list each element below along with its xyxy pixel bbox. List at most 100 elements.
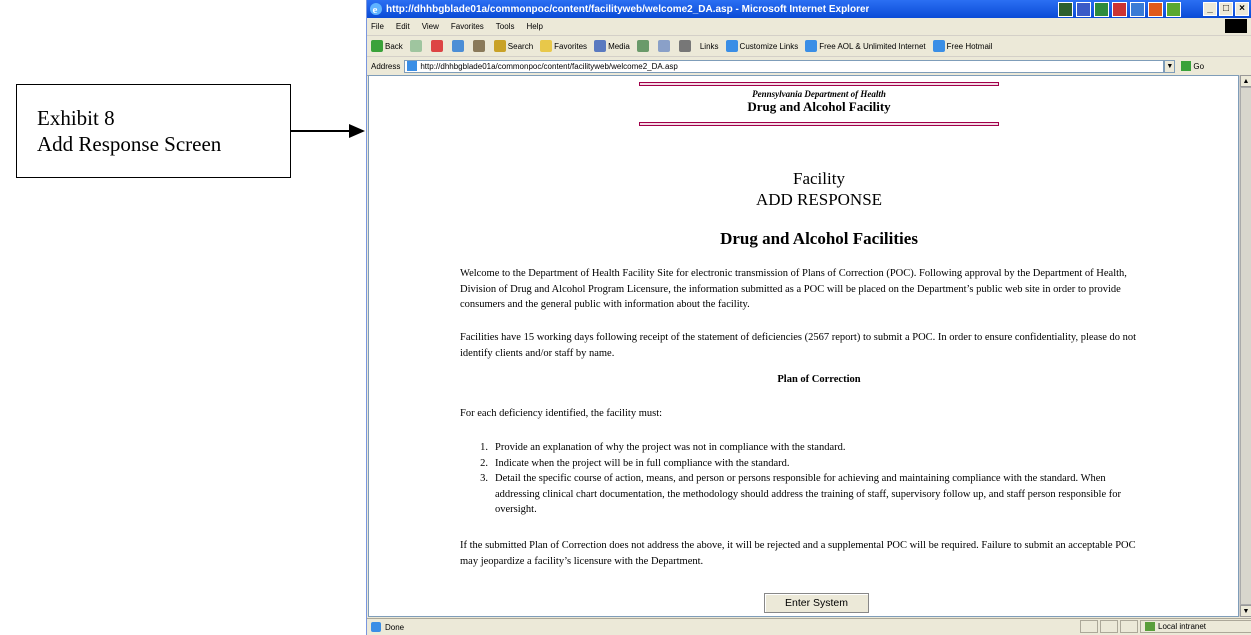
home-button[interactable] <box>472 40 487 52</box>
page-icon <box>407 61 418 71</box>
excel-icon[interactable] <box>1094 2 1109 17</box>
mail-icon <box>657 40 670 52</box>
media-button[interactable]: Media <box>594 40 630 52</box>
app-icon[interactable] <box>1166 2 1181 17</box>
stop-button[interactable] <box>430 40 445 52</box>
maximize-icon[interactable]: □ <box>1219 2 1233 16</box>
favorites-icon <box>540 40 553 52</box>
scroll-thumb[interactable] <box>1240 87 1251 605</box>
svg-text:e: e <box>373 4 378 16</box>
history-button[interactable] <box>636 40 651 52</box>
address-value: http://dhhbgblade01a/commonpoc/content/f… <box>420 61 678 71</box>
minimize-icon[interactable]: _ <box>1203 2 1217 16</box>
page-done-icon <box>371 622 381 632</box>
app-icon[interactable] <box>1058 2 1073 17</box>
status-panel <box>1100 620 1118 633</box>
requirements-list: 1. Provide an explanation of why the proj… <box>461 440 1131 518</box>
back-arrow-icon <box>371 40 383 52</box>
search-button[interactable]: Search <box>493 40 534 52</box>
page-icon <box>805 40 818 52</box>
search-label: Search <box>507 41 534 51</box>
poc-intro: For each deficiency identified, the faci… <box>460 408 663 419</box>
refresh-icon <box>451 40 464 52</box>
intranet-icon <box>1145 622 1155 631</box>
menu-help[interactable]: Help <box>526 22 542 31</box>
page-icon <box>725 40 738 52</box>
link-customize[interactable]: Customize Links <box>725 40 798 52</box>
page-icon <box>932 40 945 52</box>
menu-view[interactable]: View <box>422 22 439 31</box>
list-item: 2. Indicate when the project will be in f… <box>461 456 1131 472</box>
title-line-add-response: ADD RESPONSE <box>755 190 883 209</box>
search-icon <box>493 40 506 52</box>
history-icon <box>636 40 649 52</box>
browser-window: e http://dhhbgblade01a/commonpoc/content… <box>366 0 1251 635</box>
print-button[interactable] <box>678 40 693 52</box>
window-title: http://dhhbgblade01a/commonpoc/content/f… <box>386 3 870 15</box>
scroll-down-icon[interactable]: ▼ <box>1240 605 1251 617</box>
go-label: Go <box>1193 61 1205 71</box>
closing-paragraph: If the submitted Plan of Correction does… <box>460 540 1136 567</box>
taskbar-app-icons <box>1058 2 1181 17</box>
home-icon <box>472 40 485 52</box>
link-aol[interactable]: Free AOL & Unlimited Internet <box>805 40 926 52</box>
menu-tools[interactable]: Tools <box>496 22 515 31</box>
org-name: Pennsylvania Department of Health <box>752 89 886 99</box>
menu-edit[interactable]: Edit <box>396 22 410 31</box>
mail-button[interactable] <box>657 40 672 52</box>
header-rule-top <box>639 82 999 86</box>
link-hotmail-label: Free Hotmail <box>946 41 993 51</box>
chevron-down-icon[interactable]: ▼ <box>1164 59 1176 73</box>
list-text: Indicate when the project will be in ful… <box>495 457 790 469</box>
back-label: Back <box>385 41 403 51</box>
list-item: 3. Detail the specific course of action, … <box>461 471 1131 518</box>
outlook-icon[interactable] <box>1130 2 1145 17</box>
list-number: 2. <box>480 457 488 469</box>
status-panel <box>1120 620 1138 633</box>
list-text: Detail the specific course of action, me… <box>495 473 1121 515</box>
status-text: Done <box>385 622 405 632</box>
exhibit-number: Exhibit 8 <box>37 106 115 130</box>
status-panel <box>1080 620 1098 633</box>
toolbar: Back Search Favorites Media Links Custom… <box>367 36 1251 57</box>
back-button[interactable]: Back <box>371 40 403 52</box>
callout-arrow-head <box>349 124 365 138</box>
exhibit-caption: Exhibit 8 Add Response Screen <box>37 105 221 157</box>
list-text: Provide an explanation of why the projec… <box>495 442 846 453</box>
list-number: 3. <box>480 473 488 484</box>
media-icon <box>594 40 607 52</box>
scroll-up-icon[interactable]: ▲ <box>1240 75 1251 87</box>
menu-file[interactable]: File <box>371 22 384 31</box>
list-item: 1. Provide an explanation of why the proj… <box>461 440 1131 456</box>
stop-icon <box>430 40 443 52</box>
list-number: 1. <box>480 442 488 453</box>
status-panels: Local intranet <box>1080 620 1251 633</box>
access-icon[interactable] <box>1148 2 1163 17</box>
address-input[interactable]: http://dhhbgblade01a/commonpoc/content/f… <box>404 59 1165 73</box>
callout-arrow-line <box>291 130 351 132</box>
page-viewport: Pennsylvania Department of Health Drug a… <box>368 75 1239 617</box>
refresh-button[interactable] <box>451 40 466 52</box>
word-icon[interactable] <box>1076 2 1091 17</box>
title-line-facility: Facility <box>793 169 845 188</box>
go-button[interactable]: Go <box>1181 61 1204 71</box>
page-title: Facility ADD RESPONSE <box>639 168 999 210</box>
go-arrow-icon <box>1181 61 1192 71</box>
link-hotmail[interactable]: Free Hotmail <box>932 40 993 52</box>
forward-button[interactable] <box>409 40 424 52</box>
close-icon[interactable]: × <box>1235 2 1249 16</box>
header-rule-bottom <box>639 122 999 126</box>
address-label: Address <box>371 61 401 71</box>
enter-system-button[interactable]: Enter System <box>764 593 869 613</box>
address-bar: Address http://dhhbgblade01a/commonpoc/c… <box>367 57 1251 76</box>
favorites-button[interactable]: Favorites <box>540 40 587 52</box>
menu-favorites[interactable]: Favorites <box>451 22 484 31</box>
menu-bar: File Edit View Favorites Tools Help <box>367 18 1251 36</box>
status-bar: Done Local intranet <box>367 618 1251 635</box>
vertical-scrollbar[interactable]: ▲ ▼ <box>1239 75 1251 617</box>
links-label: Links <box>699 41 719 51</box>
zone-label: Local intranet <box>1158 622 1207 631</box>
powerpoint-icon[interactable] <box>1112 2 1127 17</box>
poc-heading: Plan of Correction <box>777 374 861 385</box>
links-button[interactable]: Links <box>700 42 719 51</box>
